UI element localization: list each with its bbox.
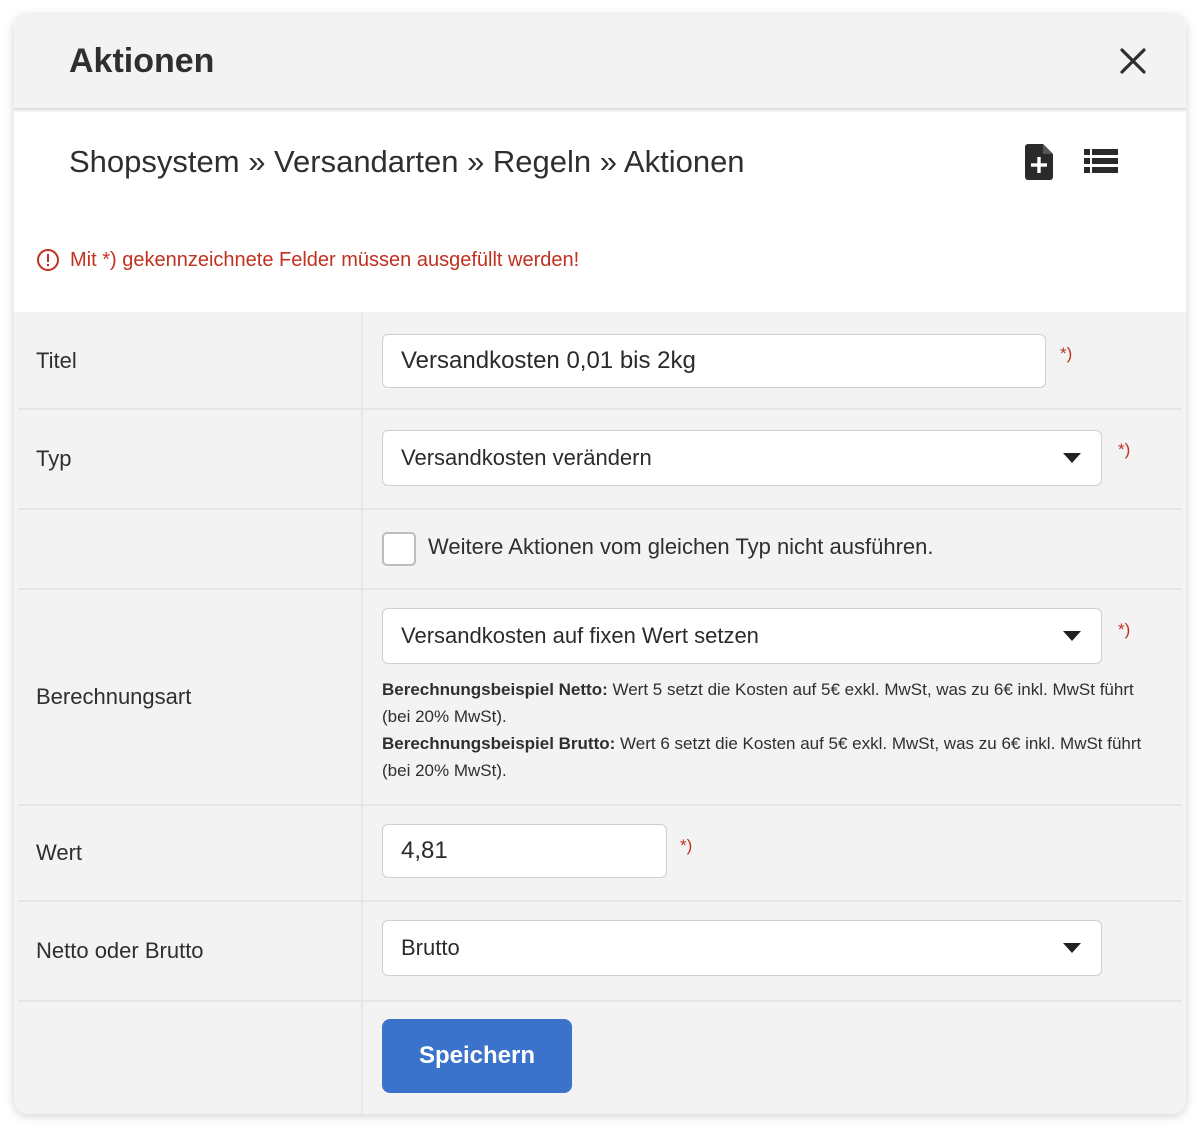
berechnungsart-select[interactable]: Versandkosten auf fixen Wert setzen (382, 608, 1102, 664)
required-marker: *) (680, 836, 693, 855)
wert-label: Wert (36, 840, 83, 865)
label-cell (18, 510, 363, 588)
berechnungsart-select-value: Versandkosten auf fixen Wert setzen (401, 623, 759, 648)
typ-label: Typ (36, 446, 72, 471)
help-brutto-title: Berechnungsbeispiel Brutto: (382, 734, 616, 753)
row-titel: Titel Versandkosten 0,01 bis 2kg *) (18, 312, 1182, 410)
calculation-help-text: Berechnungsbeispiel Netto: Wert 5 setzt … (382, 676, 1162, 784)
row-netto-brutto: Netto oder Brutto Brutto (18, 902, 1182, 1002)
required-marker: *) (1118, 620, 1131, 639)
actions-dialog: Aktionen Shopsystem » Versandarten » Reg… (14, 14, 1186, 1114)
netto-brutto-select[interactable]: Brutto (382, 920, 1102, 976)
typ-select[interactable]: Versandkosten verändern (382, 430, 1102, 486)
netto-brutto-label: Netto oder Brutto (36, 938, 204, 963)
notice-text: Mit *) gekennzeichnete Felder müssen aus… (70, 248, 580, 271)
list-icon (1084, 149, 1118, 173)
breadcrumb: Shopsystem » Versandarten » Regeln » Akt… (69, 144, 745, 179)
titel-label: Titel (36, 348, 77, 373)
row-typ: Typ Versandkosten verändern *) (18, 410, 1182, 510)
typ-select-value: Versandkosten verändern (401, 445, 652, 470)
alert-circle-icon (37, 249, 59, 271)
breadcrumb-area: Shopsystem » Versandarten » Regeln » Akt… (14, 112, 1186, 312)
save-button[interactable]: Speichern (382, 1019, 572, 1093)
file-plus-icon (1025, 144, 1053, 180)
row-wert: Wert 4,81 *) (18, 806, 1182, 902)
required-marker: *) (1118, 440, 1131, 459)
required-marker: *) (1060, 344, 1073, 363)
help-netto-title: Berechnungsbeispiel Netto: (382, 680, 608, 699)
required-fields-notice: Mit *) gekennzeichnete Felder müssen aus… (36, 248, 579, 272)
close-icon (1120, 48, 1146, 74)
chevron-down-icon (1063, 943, 1081, 953)
new-entry-button[interactable] (1022, 142, 1058, 182)
dialog-title: Aktionen (69, 42, 215, 80)
checkbox-label: Weitere Aktionen vom gleichen Typ nicht … (428, 534, 934, 559)
no-further-actions-checkbox[interactable] (382, 532, 416, 566)
chevron-down-icon (1063, 631, 1081, 641)
label-cell (18, 1002, 363, 1114)
row-checkbox: Weitere Aktionen vom gleichen Typ nicht … (18, 510, 1182, 590)
chevron-down-icon (1063, 453, 1081, 463)
row-berechnungsart: Berechnungsart Versandkosten auf fixen W… (18, 590, 1182, 806)
titel-input[interactable]: Versandkosten 0,01 bis 2kg (382, 334, 1046, 388)
wert-input[interactable]: 4,81 (382, 824, 667, 878)
berechnungsart-label: Berechnungsart (36, 684, 192, 709)
close-button[interactable] (1118, 46, 1148, 76)
list-view-button[interactable] (1084, 148, 1120, 178)
dialog-header: Aktionen (14, 14, 1186, 110)
netto-brutto-select-value: Brutto (401, 935, 460, 960)
